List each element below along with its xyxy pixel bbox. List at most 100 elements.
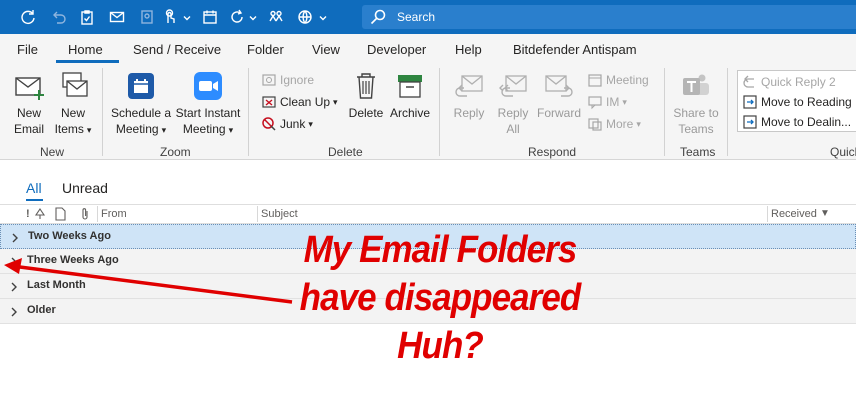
forward-icon[interactable] xyxy=(227,6,247,28)
junk-button[interactable]: Junk ▾ xyxy=(261,116,313,132)
search-input[interactable]: Search xyxy=(397,10,435,24)
tab-view[interactable]: View xyxy=(312,42,340,57)
search-box[interactable]: Search xyxy=(362,5,856,29)
column-header-received[interactable]: Received xyxy=(771,208,817,220)
people-icon[interactable] xyxy=(266,6,286,28)
reply-icon xyxy=(743,75,754,88)
new-email-button[interactable]: New Email xyxy=(10,70,48,137)
schedule-meeting-button[interactable]: Schedule a Meeting ▾ xyxy=(109,70,173,138)
group-label-respond: Respond xyxy=(528,145,577,159)
active-filter-indicator xyxy=(26,199,43,201)
more-button[interactable]: More ▾ xyxy=(587,116,641,132)
schedule-meeting-label-2: Meeting xyxy=(115,122,159,136)
chevron-down-icon[interactable] xyxy=(183,11,191,21)
tab-bitdefender-antispam[interactable]: Bitdefender Antispam xyxy=(513,42,637,57)
clean-up-button[interactable]: Clean Up ▾ xyxy=(261,94,338,110)
trash-icon xyxy=(357,73,375,99)
tab-developer[interactable]: Developer xyxy=(367,42,426,57)
forward-button[interactable]: Forward xyxy=(536,70,582,121)
ignore-button[interactable]: Ignore xyxy=(261,72,314,88)
reply-button[interactable]: Reply xyxy=(450,70,488,121)
importance-column-icon[interactable]: ! xyxy=(26,208,30,220)
annotation-line-3: Huh? xyxy=(397,325,484,367)
start-instant-meeting-button[interactable]: Start Instant Meeting ▾ xyxy=(173,70,243,138)
archive-button[interactable]: Archive xyxy=(388,70,432,121)
group-label-new: New xyxy=(40,145,65,159)
column-header-row xyxy=(0,204,856,224)
meeting-label: Meeting xyxy=(606,73,649,87)
mail-group-label: Two Weeks Ago xyxy=(28,230,111,242)
quick-step-label: Quick Reply 2 xyxy=(761,75,836,89)
ignore-label: Ignore xyxy=(280,73,315,87)
tab-file[interactable]: File xyxy=(17,42,38,57)
sort-descending-icon[interactable]: ▼ xyxy=(820,208,830,219)
new-mail-icon xyxy=(15,77,44,100)
document-column-icon[interactable] xyxy=(54,207,66,221)
undo-icon[interactable] xyxy=(48,6,68,28)
contacts-icon[interactable] xyxy=(137,6,157,28)
junk-icon xyxy=(262,117,276,131)
share-teams-label-2: Teams xyxy=(678,122,714,136)
column-separator xyxy=(257,206,258,222)
share-teams-label-1: Share to xyxy=(673,106,719,120)
chevron-down-icon[interactable] xyxy=(249,11,257,21)
column-header-subject[interactable]: Subject xyxy=(261,208,298,220)
tab-folder[interactable]: Folder xyxy=(247,42,284,57)
share-to-teams-button[interactable]: Share to Teams xyxy=(672,70,720,137)
group-label-teams: Teams xyxy=(680,145,716,159)
group-label-quick-steps: Quick xyxy=(830,145,856,159)
quick-step-quick-reply-2[interactable]: Quick Reply 2 xyxy=(742,74,836,90)
meeting-icon xyxy=(588,74,602,87)
annotation-line-1: My Email Folders xyxy=(303,229,578,271)
new-email-label-1: New xyxy=(16,106,41,120)
quick-step-move-to-reading[interactable]: Move to Reading xyxy=(742,94,852,110)
im-button[interactable]: IM ▾ xyxy=(587,94,627,110)
ribbon-separator xyxy=(664,68,665,156)
touch-icon[interactable] xyxy=(160,6,180,28)
mail-icon[interactable] xyxy=(107,6,127,28)
group-label-delete: Delete xyxy=(328,145,363,159)
instant-meeting-label-1: Start Instant xyxy=(175,106,241,120)
globe-icon[interactable] xyxy=(295,6,315,28)
archive-label: Archive xyxy=(389,106,430,120)
new-items-button[interactable]: New Items ▾ xyxy=(51,70,95,138)
quick-step-label: Move to Dealin... xyxy=(761,115,852,129)
delete-button[interactable]: Delete xyxy=(346,70,386,121)
chevron-down-icon[interactable] xyxy=(319,11,327,21)
chevron-right-icon[interactable] xyxy=(11,232,19,243)
calendar-icon xyxy=(128,73,154,99)
new-email-label-2: Email xyxy=(13,122,44,136)
active-tab-indicator xyxy=(56,60,119,63)
meeting-button[interactable]: Meeting xyxy=(587,72,649,88)
column-header-from[interactable]: From xyxy=(101,208,127,220)
reply-icon xyxy=(455,75,483,97)
new-items-label-2: Items xyxy=(54,122,84,136)
refresh-icon[interactable] xyxy=(18,6,38,28)
group-label-zoom: Zoom xyxy=(160,145,191,159)
quick-step-move-to-dealin[interactable]: Move to Dealin... xyxy=(742,114,851,130)
reply-all-button[interactable]: Reply All xyxy=(494,70,532,137)
new-items-label-1: New xyxy=(60,106,85,120)
tab-send-receive[interactable]: Send / Receive xyxy=(133,42,221,57)
tab-home[interactable]: Home xyxy=(68,42,103,57)
filter-tab-unread[interactable]: Unread xyxy=(62,180,108,196)
calendar-icon[interactable] xyxy=(200,6,220,28)
schedule-meeting-label-1: Schedule a xyxy=(110,106,172,120)
tab-help[interactable]: Help xyxy=(455,42,482,57)
attachment-column-icon[interactable] xyxy=(79,207,91,221)
annotation-line-2: have disappeared xyxy=(299,277,582,319)
task-icon[interactable] xyxy=(77,6,97,28)
quick-step-label: Move to Reading xyxy=(761,95,852,109)
im-label: IM xyxy=(606,95,620,109)
ignore-icon xyxy=(262,74,276,86)
more-label: More xyxy=(606,117,634,131)
menu-bar: File Home Send / Receive Folder View Dev… xyxy=(0,34,856,64)
forward-label: Forward xyxy=(536,106,581,120)
reminder-column-icon[interactable] xyxy=(34,207,46,221)
column-separator xyxy=(767,206,768,222)
video-camera-icon xyxy=(194,72,222,100)
instant-meeting-label-2: Meeting xyxy=(182,122,226,136)
ribbon-separator xyxy=(102,68,103,156)
forward-mail-icon xyxy=(545,75,573,97)
filter-tab-all[interactable]: All xyxy=(26,180,42,196)
